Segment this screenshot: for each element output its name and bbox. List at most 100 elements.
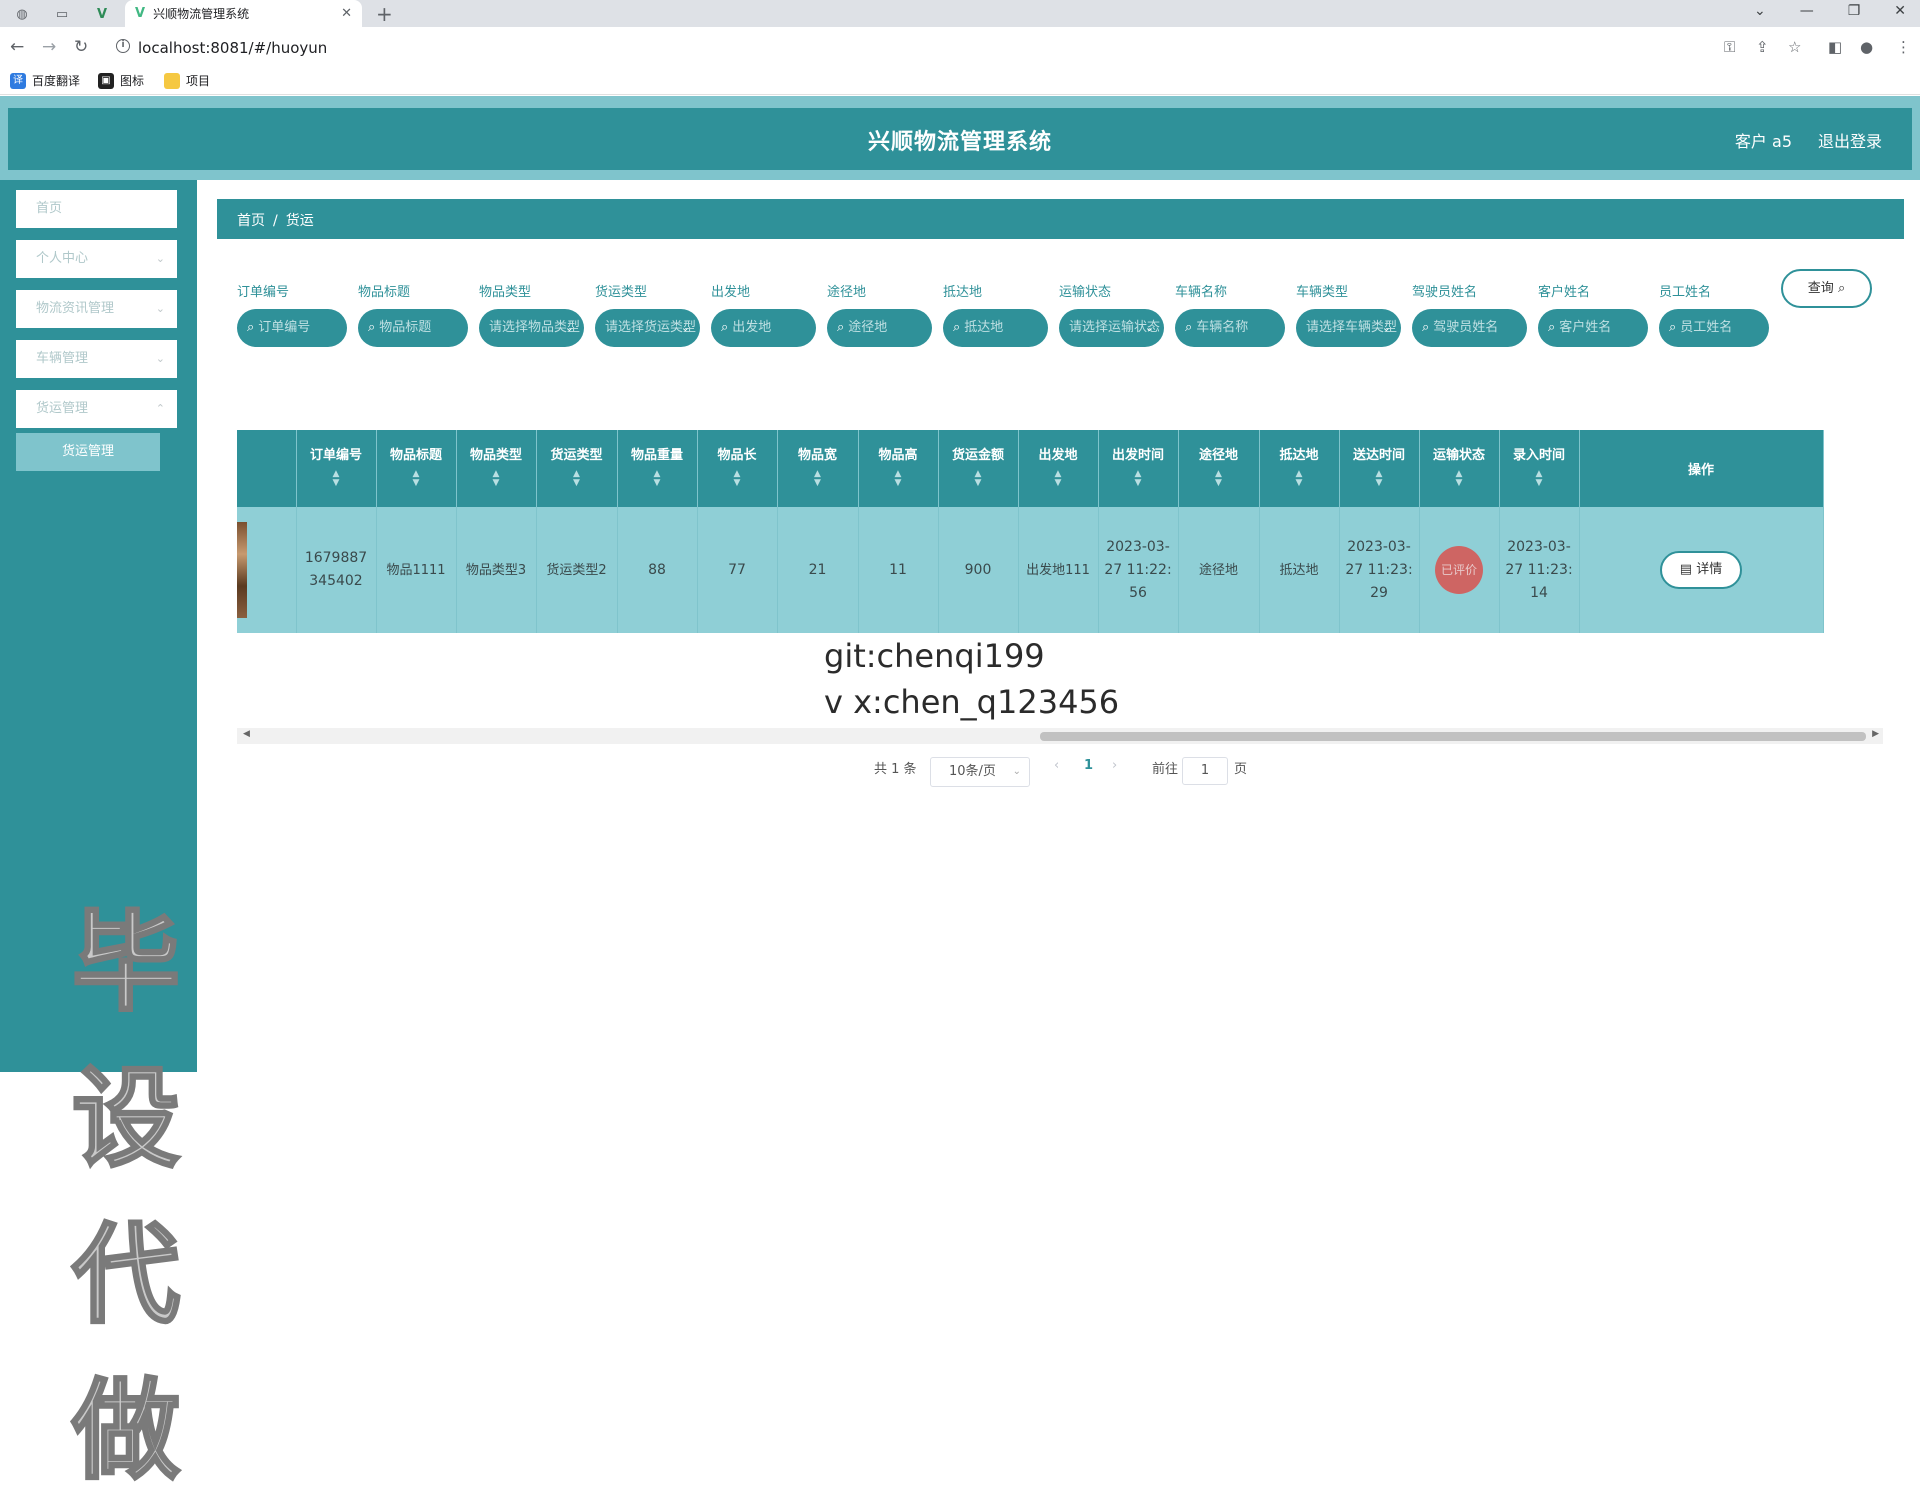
sort-icon[interactable]: ▲ ▼ (1260, 470, 1339, 488)
sort-icon[interactable]: ▲ ▼ (377, 470, 456, 488)
close-tab-icon[interactable]: ✕ (341, 6, 352, 21)
sort-icon[interactable]: ▲ ▼ (1179, 470, 1259, 488)
sort-icon[interactable]: ▲ ▼ (698, 470, 777, 488)
forward-icon[interactable]: → (42, 37, 56, 57)
sort-icon[interactable]: ▲ ▼ (939, 470, 1018, 488)
sort-icon[interactable]: ▲ ▼ (457, 470, 536, 488)
chevron-down-icon[interactable]: ⌄ (1754, 3, 1766, 19)
sidepanel-icon[interactable]: ◧ (1828, 38, 1842, 56)
search-icon: ⌕ (247, 320, 255, 335)
search-label-vehicle-name: 车辆名称 (1175, 285, 1228, 300)
sort-icon[interactable]: ▲ ▼ (1099, 470, 1178, 488)
col-header-destination[interactable]: 抵达地 ▲ ▼ (1259, 430, 1340, 507)
cell-amount: 900 (938, 507, 1019, 633)
scroll-right-icon[interactable]: ▶ (1872, 729, 1879, 739)
select-vehicle-type[interactable]: 请选择车辆类型 ⌄ (1296, 309, 1401, 347)
col-header-created[interactable]: 录入时间 ▲ ▼ (1499, 430, 1580, 507)
sidebar-item-home[interactable]: 首页 (16, 190, 177, 228)
search-input-driver-name[interactable]: ⌕ 驾驶员姓名 (1412, 309, 1527, 347)
browser-tab-active[interactable]: V 兴顺物流管理系统 ✕ (125, 0, 362, 27)
col-header-amount[interactable]: 货运金额 ▲ ▼ (938, 430, 1019, 507)
search-input-origin[interactable]: ⌕ 出发地 (711, 309, 816, 347)
close-window-icon[interactable]: ✕ (1894, 3, 1906, 19)
col-header-title[interactable]: 物品标题 ▲ ▼ (376, 430, 457, 507)
cell-status: 已评价 (1419, 507, 1500, 633)
col-header-status[interactable]: 运输状态 ▲ ▼ (1419, 430, 1500, 507)
vue-tab-icon[interactable]: V (88, 3, 116, 25)
search-label-title: 物品标题 (358, 285, 411, 300)
bookmark-project[interactable]: 项目 (164, 72, 210, 89)
select-item-type[interactable]: 请选择物品类型 ⌄ (479, 309, 584, 347)
sort-icon[interactable]: ▲ ▼ (859, 470, 938, 488)
col-header-weight[interactable]: 物品重量 ▲ ▼ (617, 430, 698, 507)
search-input-via[interactable]: ⌕ 途径地 (827, 309, 932, 347)
sidebar-item-personal-center[interactable]: 个人中心 ⌄ (16, 240, 177, 278)
sort-icon[interactable]: ▲ ▼ (1019, 470, 1098, 488)
prev-page-icon[interactable]: ‹ (1054, 758, 1059, 773)
select-status[interactable]: 请选择运输状态 ⌄ (1059, 309, 1164, 347)
select-freight-type[interactable]: 请选择货运类型 ⌄ (595, 309, 700, 347)
bookmark-icons[interactable]: ▣ 图标 (98, 72, 144, 89)
detail-button[interactable]: ▤ 详情 (1660, 551, 1742, 589)
sort-icon[interactable]: ▲ ▼ (537, 470, 617, 488)
chevron-down-icon: ⌄ (155, 302, 165, 315)
sort-icon[interactable]: ▲ ▼ (1420, 470, 1499, 488)
search-input-customer-name[interactable]: ⌕ 客户姓名 (1538, 309, 1648, 347)
tab-blank-icon[interactable]: ▭ (48, 3, 76, 25)
search-input-title[interactable]: ⌕ 物品标题 (358, 309, 468, 347)
sort-icon[interactable]: ▲ ▼ (1500, 470, 1579, 488)
col-header-height[interactable]: 物品高 ▲ ▼ (858, 430, 939, 507)
search-input-order-no[interactable]: ⌕ 订单编号 (237, 309, 347, 347)
col-header-arrive-time[interactable]: 送达时间 ▲ ▼ (1339, 430, 1420, 507)
search-input-vehicle-name[interactable]: ⌕ 车辆名称 (1175, 309, 1285, 347)
key-icon[interactable]: ⚿ (1724, 38, 1735, 56)
sort-icon[interactable]: ▲ ▼ (618, 470, 697, 488)
sidebar-subitem-freight-management[interactable]: 货运管理 (16, 433, 160, 471)
more-menu-icon[interactable]: ⋮ (1896, 38, 1911, 56)
share-icon[interactable]: ⇪ (1756, 38, 1769, 56)
next-page-icon[interactable]: › (1112, 758, 1117, 773)
back-icon[interactable]: ← (10, 37, 24, 57)
sidebar-item-vehicles[interactable]: 车辆管理 ⌄ (16, 340, 177, 378)
sidebar-item-logistics-news[interactable]: 物流资讯管理 ⌄ (16, 290, 177, 328)
bookmark-baidu-translate[interactable]: 译 百度翻译 (10, 72, 80, 89)
col-header-width[interactable]: 物品宽 ▲ ▼ (777, 430, 859, 507)
col-header-order-no[interactable]: 订单编号 ▲ ▼ (296, 430, 377, 507)
new-tab-button[interactable]: + (376, 2, 393, 26)
col-header-origin[interactable]: 出发地 ▲ ▼ (1018, 430, 1099, 507)
sidebar-item-freight[interactable]: 货运管理 ⌃ (16, 390, 177, 428)
col-header-action: 操作 (1579, 430, 1824, 507)
cell-width: 21 (777, 507, 859, 633)
breadcrumb-home[interactable]: 首页 (237, 213, 265, 229)
reload-icon[interactable]: ↻ (74, 37, 88, 57)
search-icon: ⌕ (368, 320, 376, 335)
url-field[interactable]: localhost:8081/#/huoyun (138, 39, 327, 57)
col-header-freight-type[interactable]: 货运类型 ▲ ▼ (536, 430, 618, 507)
scroll-thumb[interactable] (1040, 732, 1866, 741)
sort-icon[interactable]: ▲ ▼ (778, 470, 858, 488)
page-number-current[interactable]: 1 (1084, 758, 1093, 773)
star-icon[interactable]: ☆ (1788, 38, 1801, 56)
restore-icon[interactable]: ❐ (1848, 3, 1861, 19)
col-header-via[interactable]: 途径地 ▲ ▼ (1178, 430, 1260, 507)
site-info-icon[interactable]: i (116, 39, 130, 53)
goto-page-input[interactable]: 1 (1182, 757, 1228, 785)
logout-link[interactable]: 退出登录 (1818, 128, 1882, 152)
scroll-left-icon[interactable]: ◀ (243, 729, 250, 739)
search-input-staff-name[interactable]: ⌕ 员工姓名 (1659, 309, 1769, 347)
profile-icon[interactable]: ● (1860, 38, 1873, 56)
col-header-item-type[interactable]: 物品类型 ▲ ▼ (456, 430, 537, 507)
sort-icon[interactable]: ▲ ▼ (1340, 470, 1419, 488)
table-horizontal-scrollbar[interactable]: ◀ ▶ (237, 728, 1883, 744)
search-input-destination[interactable]: ⌕ 抵达地 (943, 309, 1048, 347)
col-header-length[interactable]: 物品长 ▲ ▼ (697, 430, 778, 507)
sidebar: 首页 个人中心 ⌄ 物流资讯管理 ⌄ 车辆管理 ⌄ 货运管理 ⌃ 货运管理 毕设… (0, 180, 197, 1496)
page-size-select[interactable]: 10条/页 ⌄ (930, 757, 1030, 787)
sort-icon[interactable]: ▲ ▼ (297, 470, 376, 488)
col-header-depart-time[interactable]: 出发时间 ▲ ▼ (1098, 430, 1179, 507)
cell-item-type: 物品类型3 (456, 507, 537, 633)
globe-icon[interactable]: ◍ (8, 3, 36, 25)
search-label-freight-type: 货运类型 (595, 285, 648, 300)
query-button[interactable]: 查询 ⌕ (1781, 269, 1872, 308)
minimize-icon[interactable]: — (1800, 3, 1814, 19)
